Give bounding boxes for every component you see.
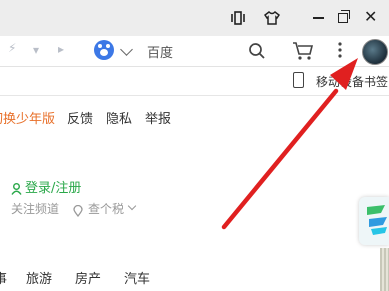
category-real-estate[interactable]: 房产 [75,268,101,287]
skin-shirt-icon[interactable] [263,9,281,27]
dropdown-arrow-icon[interactable]: ▾ [33,43,39,57]
browser-toolbar: ⚡ ▾ ▸ 百度 [0,36,389,67]
user-avatar[interactable] [362,39,388,65]
category-travel[interactable]: 旅游 [26,268,52,287]
minimize-button[interactable] [313,17,324,19]
forward-icon[interactable]: ▸ [58,42,64,56]
user-icon [11,180,22,199]
top-link-report[interactable]: 举报 [145,108,171,127]
restore-button[interactable] [338,10,350,23]
location-pin-icon [73,202,83,221]
sidebar-toggle-icon[interactable] [229,9,247,27]
mobile-bookmarks-link[interactable]: 移动设备书签 [316,73,388,90]
background-image-strip [380,248,389,291]
category-auto[interactable]: 汽车 [124,268,150,287]
bookmark-bar: 移动设备书签 [0,67,389,96]
window-titlebar: ✕ [0,0,389,36]
search-engine-label[interactable]: 百度 [147,42,173,61]
chevron-down-icon [127,201,137,211]
more-menu-icon[interactable] [337,41,343,63]
search-engine-dropdown-icon[interactable] [120,43,133,56]
close-button[interactable]: ✕ [364,9,377,25]
floating-widget[interactable] [359,197,389,245]
mobile-device-icon [293,72,304,88]
tax-lookup-link[interactable]: 查个税 [88,200,124,217]
category-partial[interactable]: 事 [0,268,7,287]
followed-channels-link[interactable]: 关注频道 [11,200,59,217]
top-link-privacy[interactable]: 隐私 [106,108,132,127]
top-link-youth-mode[interactable]: 切换少年版 [0,108,55,127]
search-icon[interactable] [248,42,266,64]
cart-icon[interactable] [292,41,314,65]
baidu-paw-icon[interactable] [94,40,114,60]
app-logo-icon [367,205,387,235]
lightning-icon[interactable]: ⚡ [8,41,16,55]
login-register-link[interactable]: 登录/注册 [25,177,81,196]
top-link-feedback[interactable]: 反馈 [67,108,93,127]
